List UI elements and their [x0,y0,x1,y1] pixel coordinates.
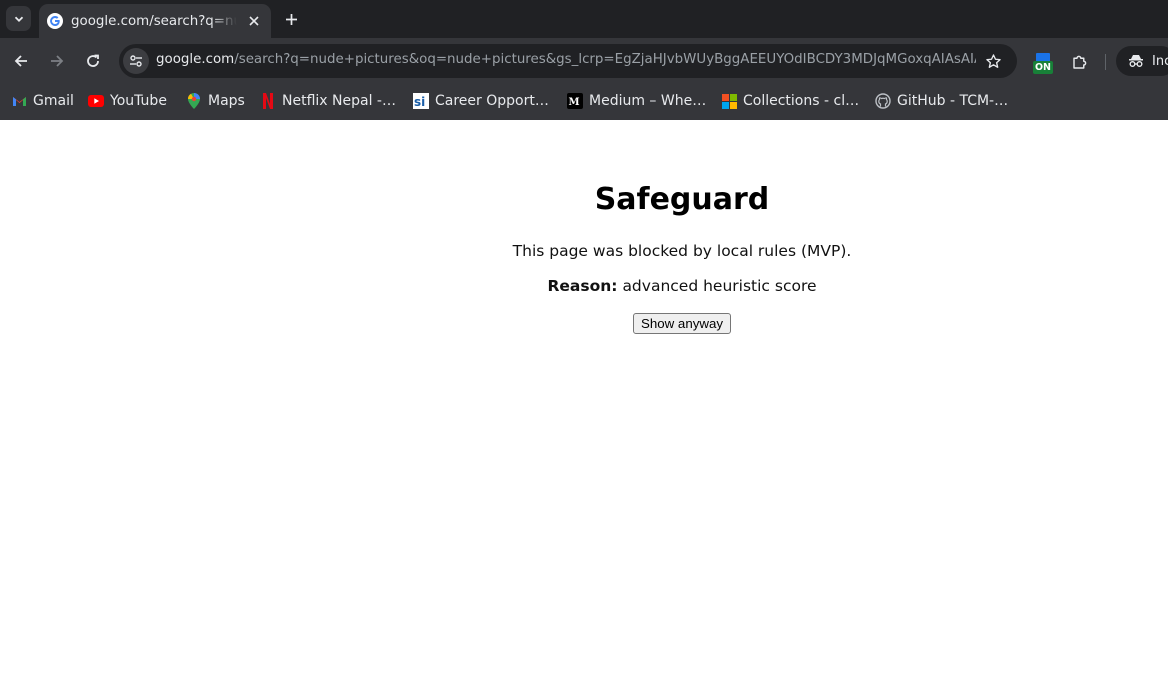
youtube-icon [88,93,104,109]
back-button[interactable] [8,48,34,74]
block-reason: Reason: advanced heuristic score [432,277,932,295]
bookmark-label: YouTube [110,93,167,109]
maps-icon [186,93,202,109]
bookmark-label: GitHub - TCM-… [897,93,1009,109]
puzzle-icon [1073,55,1087,69]
tune-icon [130,55,142,67]
new-tab-button[interactable] [280,8,302,30]
url-text[interactable]: google.com/search?q=nude+pictures&oq=nud… [156,52,976,67]
bookmark-gmail[interactable]: Gmail [11,90,74,112]
browser-chrome: google.com/search?q=nude+pictures google… [0,0,1168,120]
tab-strip: google.com/search?q=nude+pictures [0,0,1168,38]
netflix-icon [260,93,276,109]
browser-toolbar: google.com/search?q=nude+pictures&oq=nud… [0,38,1168,83]
arrow-left-icon [14,55,27,67]
plus-icon [285,13,297,25]
reason-label: Reason: [547,277,618,295]
reload-icon [87,54,99,67]
star-icon [985,53,1001,68]
profile-incognito-button[interactable]: Inc [1116,46,1168,76]
block-message: This page was blocked by local rules (MV… [512,242,852,260]
tab-search-button[interactable] [6,6,31,31]
tab-title: google.com/search?q=nude+pictures [71,13,237,29]
bookmarks-bar: Gmail YouTube Maps Netflix Nepal -… si C… [0,83,1168,120]
bookmark-label: Medium – Whe… [589,93,707,109]
extension-button[interactable]: ON [1033,52,1053,74]
bookmark-career[interactable]: si Career Opport… [413,90,549,112]
page-title: Safeguard [594,182,770,217]
bookmark-maps[interactable]: Maps [186,90,245,112]
url-path: /search?q=nude+pictures&oq=nude+pictures… [234,52,976,67]
google-g-icon [47,13,63,29]
close-icon [249,16,259,26]
bookmark-label: Maps [208,93,245,109]
profile-label: Inc [1152,53,1168,69]
reason-value: advanced heuristic score [622,277,817,295]
bookmark-netflix[interactable]: Netflix Nepal -… [260,90,396,112]
bookmark-label: Career Opport… [435,93,549,109]
bookmark-star-button[interactable] [983,51,1003,71]
site-info-button[interactable] [123,48,149,74]
forward-button[interactable] [44,48,70,74]
svg-text:si: si [414,95,425,109]
github-icon [875,93,891,109]
chevron-down-icon [14,16,23,22]
svg-text:M: M [569,97,580,108]
page-content: Safeguard This page was blocked by local… [0,120,1168,696]
gmail-icon [11,93,27,109]
extension-badge: ON [1034,62,1052,73]
incognito-icon [1129,55,1143,67]
bookmark-label: Gmail [33,93,74,109]
bookmark-label: Collections - cl… [743,93,860,109]
show-anyway-button[interactable]: Show anyway [633,313,731,334]
bookmark-medium[interactable]: M Medium – Whe… [567,90,706,112]
close-tab-button[interactable] [245,12,263,30]
toolbar-divider [1105,54,1106,70]
bookmark-youtube[interactable]: YouTube [88,90,167,112]
career-icon: si [413,93,429,109]
bookmark-collections[interactable]: Collections - cl… [721,90,859,112]
microsoft-icon [721,93,737,109]
extensions-menu-button[interactable] [1069,51,1091,73]
medium-icon: M [567,93,583,109]
bookmark-label: Netflix Nepal -… [282,93,396,109]
bookmark-github[interactable]: GitHub - TCM-… [875,90,1008,112]
active-tab[interactable]: google.com/search?q=nude+pictures [39,4,271,38]
reload-button[interactable] [80,48,106,74]
url-host: google.com [156,52,235,67]
address-bar[interactable]: google.com/search?q=nude+pictures&oq=nud… [119,44,1017,78]
arrow-right-icon [51,55,64,67]
